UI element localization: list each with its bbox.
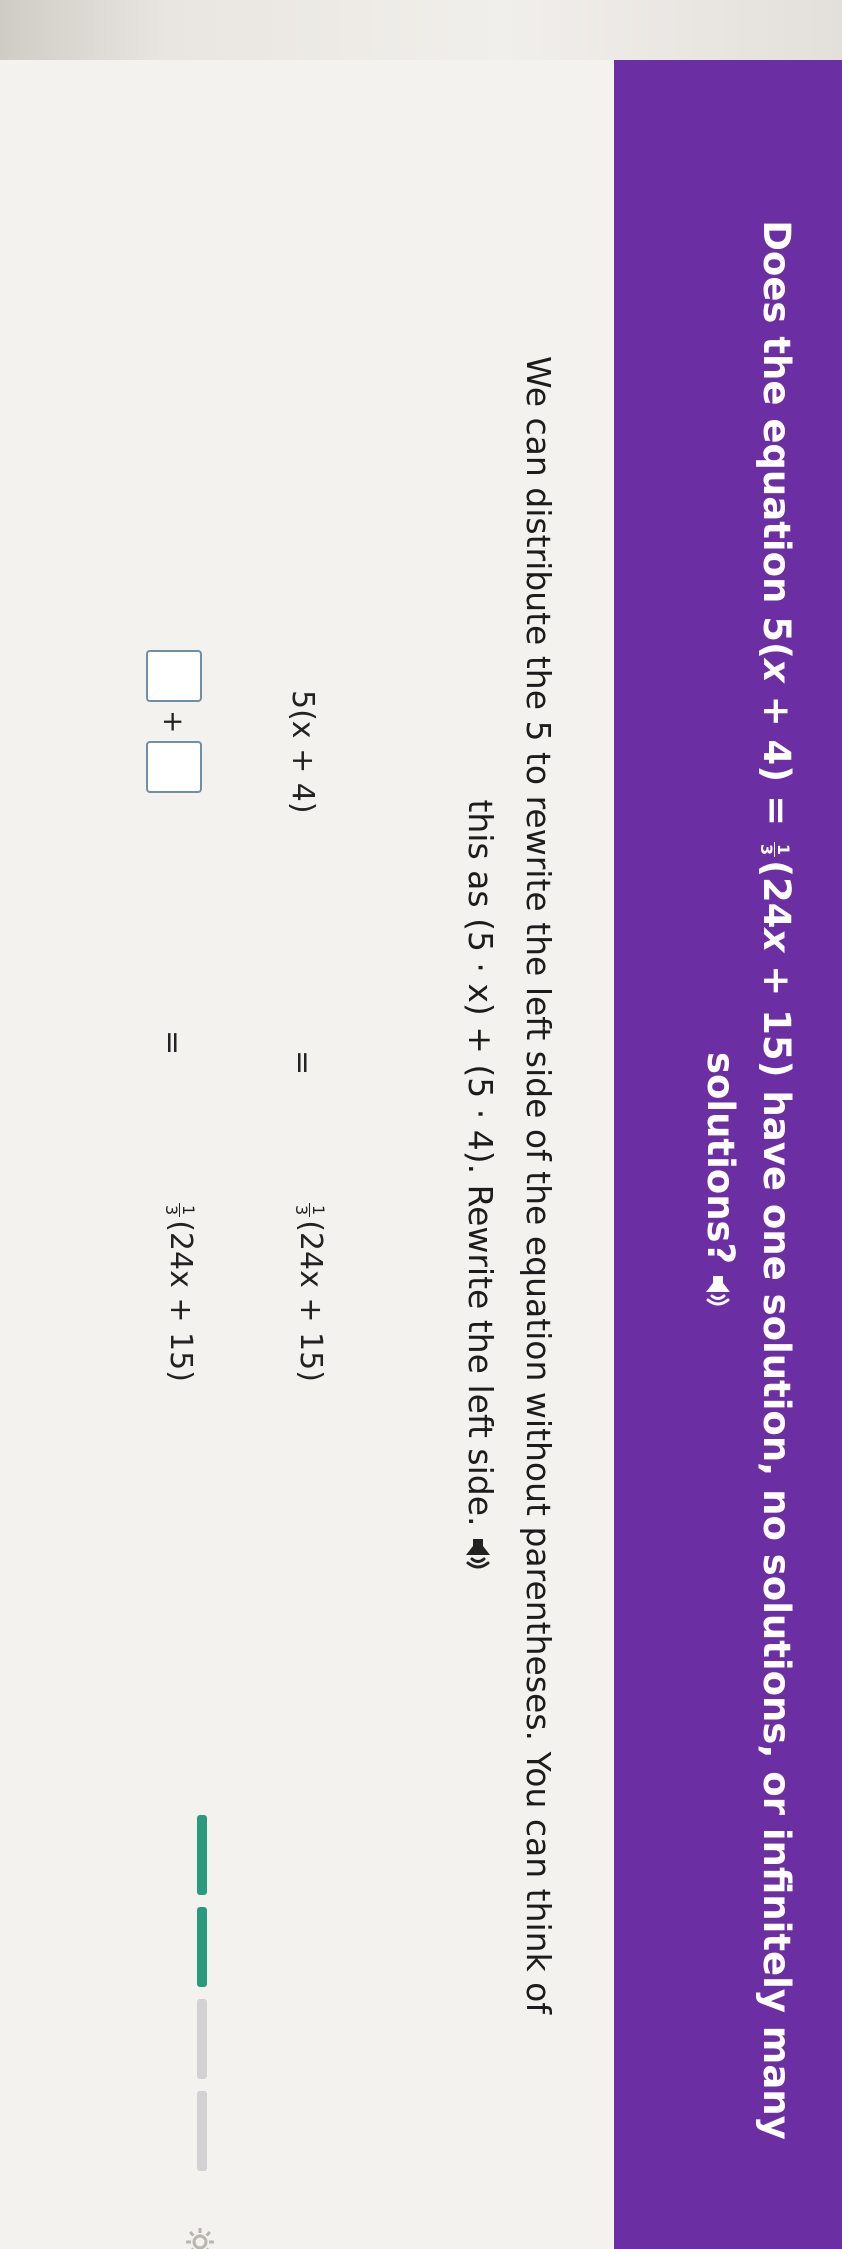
- equation-right-side: 1 3 (24x + 15): [292, 1200, 328, 1382]
- fraction-one-third: 13: [757, 841, 793, 858]
- fraction-denominator: 3: [292, 1205, 311, 1216]
- question-line-1: Does the equation 5(x + 4) = 1 3 (24x + 15…: [748, 150, 804, 2210]
- progress-segment: [197, 1907, 207, 1987]
- equation-left-side: 5(x + 4): [285, 690, 320, 814]
- equation-row-original: 5(x + 4) = 1 3 (24x + 15): [272, 60, 332, 2249]
- question-line-2: solutions?: [692, 150, 748, 2210]
- fraction-numerator: 1: [309, 1203, 328, 1218]
- progress-segment: [197, 1999, 207, 2079]
- question-text-part: solutions?: [699, 1051, 742, 1265]
- question-text-part: Does the equation 5(: [755, 220, 798, 659]
- question-text-part: + 4) =: [755, 682, 798, 839]
- equation-right-text: (24x + 15): [163, 1220, 198, 1382]
- fraction-one-third: 13: [292, 1203, 328, 1218]
- equals-sign: =: [155, 1030, 190, 1056]
- equation-right-side: 1 3 (24x + 15): [162, 1200, 198, 1382]
- fraction-denominator: 3: [757, 843, 776, 856]
- progress-bar: [187, 1815, 207, 2175]
- instruction-line-2-wrap: this as (5 · x) + (5 · 4). Rewrite the l…: [451, 140, 509, 2230]
- instruction-line-1: We can distribute the 5 to rewrite the l…: [519, 356, 558, 2014]
- lesson-screen: Does the equation 5(x + 4) = 1 3 (24x + 15…: [0, 0, 842, 2249]
- fraction-denominator: 3: [162, 1205, 181, 1216]
- question-text-part: (24: [755, 860, 798, 929]
- fraction-numerator: 1: [774, 841, 793, 858]
- variable-x: x: [755, 658, 798, 683]
- instruction-line-2: this as (5 · x) + (5 · 4). Rewrite the l…: [461, 799, 500, 1527]
- plus-sign: +: [157, 710, 191, 734]
- fraction-numerator: 1: [179, 1203, 198, 1218]
- second-term-input[interactable]: [146, 741, 202, 794]
- lesson-panel: Does the equation 5(x + 4) = 1 3 (24x + 15…: [0, 60, 842, 2249]
- gear-icon[interactable]: [183, 2225, 217, 2249]
- first-term-input[interactable]: [146, 650, 202, 702]
- question-text-part: + 15) have one solution, no solutions, o…: [755, 952, 798, 2140]
- variable-x: x: [755, 928, 798, 953]
- progress-segment: [197, 2091, 207, 2171]
- speaker-icon[interactable]: [464, 1537, 494, 1571]
- answer-inputs: +: [146, 650, 202, 794]
- equation-right-text: (24x + 15): [293, 1220, 328, 1382]
- speaker-icon[interactable]: [704, 1274, 734, 1308]
- question-header: Does the equation 5(x + 4) = 1 3 (24x + 15…: [614, 60, 842, 2249]
- photo-background: Does the equation 5(x + 4) = 1 3 (24x + 15…: [0, 0, 842, 2249]
- fraction-one-third: 13: [162, 1203, 198, 1218]
- instruction-text: We can distribute the 5 to rewrite the l…: [451, 140, 567, 2230]
- progress-segment: [197, 1815, 207, 1895]
- question-text: Does the equation 5(x + 4) = 1 3 (24x + 15…: [692, 150, 804, 2210]
- equals-sign: =: [285, 1050, 320, 1076]
